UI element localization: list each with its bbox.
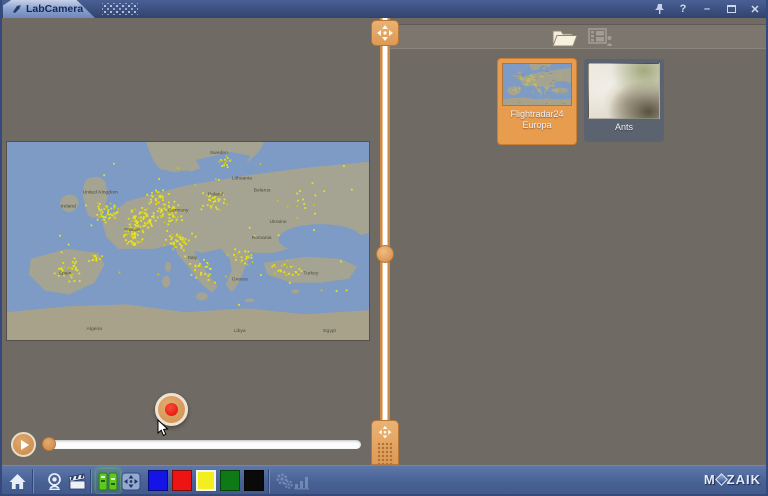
- home-button[interactable]: [5, 469, 29, 493]
- chart-icon: [293, 473, 310, 490]
- move-arrows-icon: [377, 425, 393, 439]
- logo-text-prefix: M: [704, 472, 716, 487]
- labcamera-icon: [12, 4, 22, 14]
- gallery-item-ants[interactable]: Ants: [584, 59, 664, 142]
- main-area: Flightradar24 Europa Ants: [0, 18, 768, 465]
- pin-icon: [654, 3, 665, 15]
- color-swatch-green[interactable]: [220, 470, 240, 491]
- webcam-icon: [45, 472, 64, 490]
- app-title: LabCamera: [26, 3, 83, 15]
- gallery-pane: Flightradar24 Europa Ants: [390, 18, 768, 465]
- slider-handle[interactable]: [42, 437, 56, 451]
- toolbar-separator: [32, 469, 34, 493]
- splitter-top-handle[interactable]: [371, 20, 399, 46]
- toolbar-separator: [268, 469, 270, 493]
- measurement-button-disabled: [289, 469, 313, 493]
- gallery-item-flightradar[interactable]: Flightradar24 Europa: [498, 59, 576, 144]
- split-view-icon: [98, 472, 118, 491]
- play-icon: [21, 440, 29, 450]
- logo-diamond-icon: [715, 473, 728, 486]
- thumbnail-label: Ants: [584, 122, 664, 133]
- home-icon: [8, 473, 27, 490]
- filmstrip-icon: [588, 26, 614, 47]
- titlebar: LabCamera ? – ✕: [0, 0, 768, 18]
- pan-button[interactable]: [119, 469, 143, 493]
- app-tab[interactable]: LabCamera: [3, 0, 95, 18]
- clapperboard-button[interactable]: [65, 469, 89, 493]
- camera-view-flightradar-map[interactable]: [6, 141, 370, 341]
- color-swatch-black[interactable]: [244, 470, 264, 491]
- color-swatch-red[interactable]: [172, 470, 192, 491]
- splitter[interactable]: [380, 18, 390, 465]
- drag-handle-dots[interactable]: [102, 3, 138, 15]
- layout-split-button-active[interactable]: [96, 469, 120, 493]
- thumbnail-label: Flightradar24 Europa: [498, 109, 576, 131]
- webcam-button[interactable]: [42, 469, 66, 493]
- pin-button[interactable]: [650, 2, 668, 17]
- move-arrows-icon: [376, 24, 394, 42]
- logo-text-suffix: ZAIK: [727, 472, 761, 487]
- play-button[interactable]: [11, 432, 36, 457]
- camera-pane: [0, 18, 380, 465]
- grip-texture: [377, 442, 393, 464]
- labcamera-window: LabCamera ? – ✕: [0, 0, 768, 496]
- close-button[interactable]: ✕: [746, 2, 764, 17]
- pan-arrows-icon: [121, 472, 141, 491]
- mozaik-logo: M ZAIK: [704, 472, 761, 487]
- maximize-button[interactable]: [722, 2, 740, 17]
- open-folder-button[interactable]: [550, 26, 580, 54]
- thumbnail-image-ants: [588, 63, 660, 119]
- clapperboard-icon: [68, 473, 87, 490]
- color-swatch-group: [148, 470, 264, 491]
- maximize-icon: [727, 5, 736, 13]
- help-button[interactable]: ?: [674, 2, 692, 17]
- timeline-slider[interactable]: [44, 440, 361, 449]
- bottom-toolbar: M ZAIK: [0, 465, 768, 496]
- thumbnail-image-flightradar: [502, 63, 572, 106]
- mouse-cursor-icon: [157, 419, 169, 437]
- color-swatch-blue[interactable]: [148, 470, 168, 491]
- export-film-button: [588, 26, 614, 52]
- gallery-toolbar: [390, 24, 768, 49]
- color-swatch-yellow[interactable]: [196, 470, 216, 491]
- splitter-bottom-handle[interactable]: [371, 420, 399, 465]
- minimize-button[interactable]: –: [698, 2, 716, 17]
- splitter-mid-handle[interactable]: [376, 245, 394, 263]
- record-icon: [165, 403, 178, 416]
- open-folder-icon: [550, 26, 580, 49]
- toolbar-separator: [90, 469, 92, 493]
